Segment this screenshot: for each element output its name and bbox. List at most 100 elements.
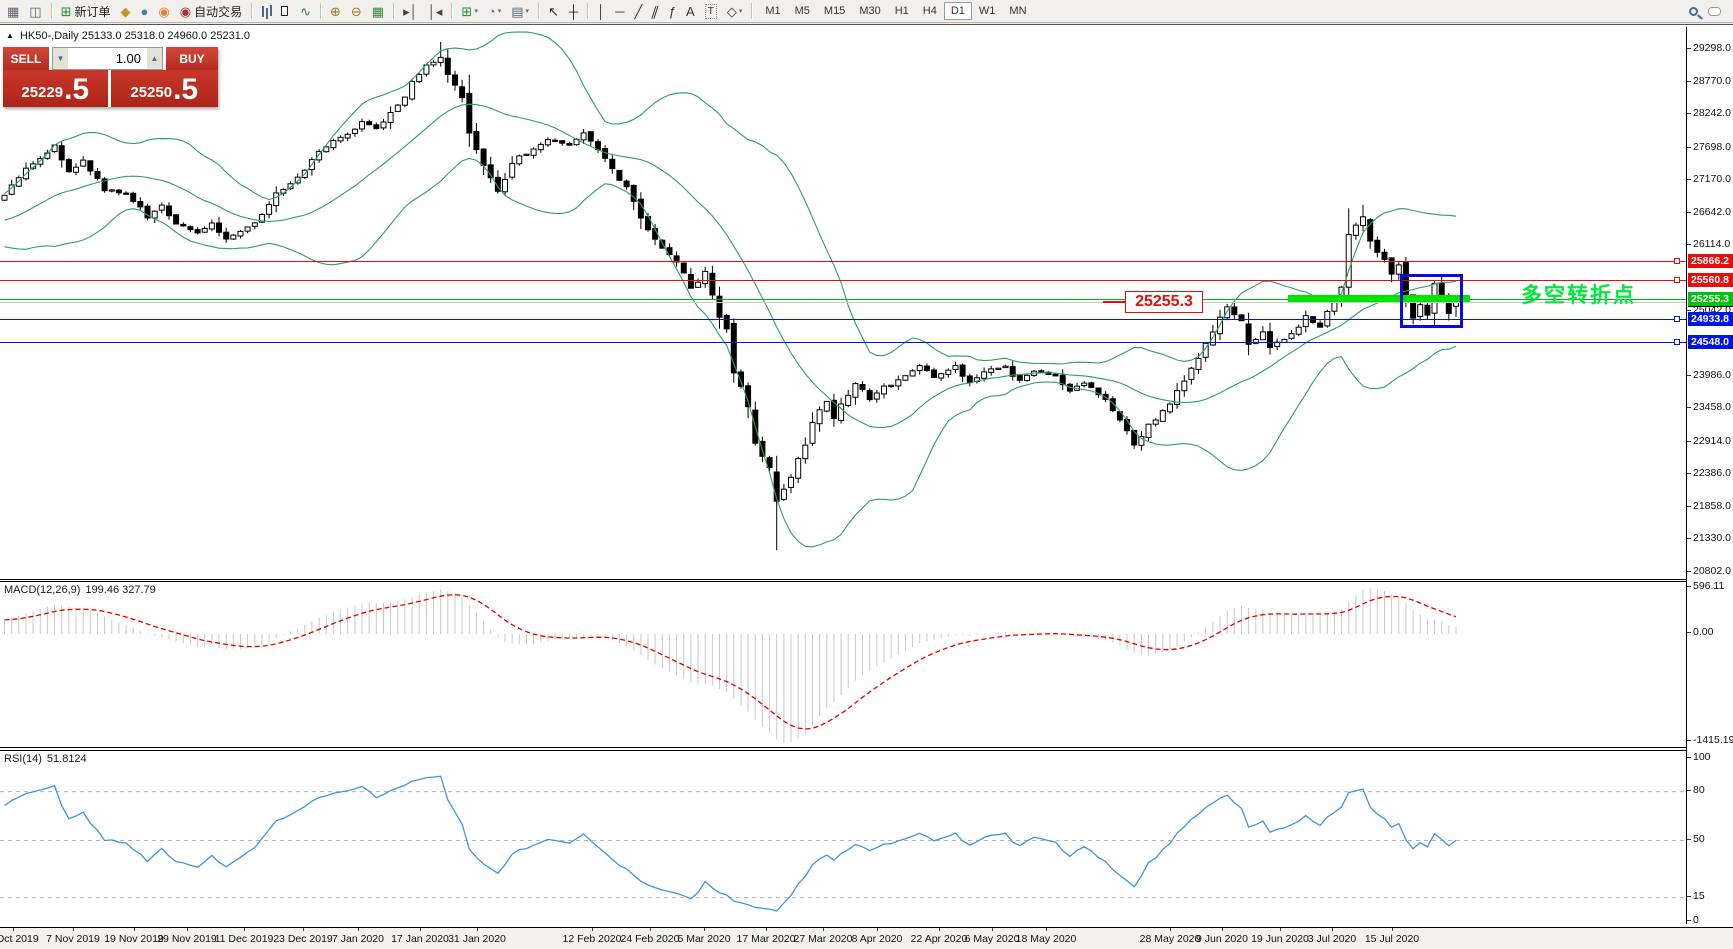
pane-separator bbox=[0, 581, 1733, 582]
rsi-pane[interactable]: RSI(14) 51.8124 bbox=[0, 751, 1686, 924]
line-handle[interactable] bbox=[1674, 277, 1680, 283]
volume-up-button[interactable]: ▲ bbox=[147, 48, 162, 69]
search-icon[interactable] bbox=[1689, 6, 1698, 16]
bar-chart-icon[interactable] bbox=[256, 1, 274, 21]
timeframe-d1[interactable]: D1 bbox=[943, 2, 972, 20]
price-label: 25866.2 bbox=[1688, 254, 1733, 268]
indicators-icon: ⊞ bbox=[461, 3, 473, 19]
rsi-tick-tick bbox=[1687, 920, 1691, 921]
autotrade-icon-label: 自动交易 bbox=[194, 4, 243, 19]
timeframe-m30[interactable]: M30 bbox=[852, 2, 887, 20]
sell-price[interactable]: 25229 .5 bbox=[3, 70, 108, 107]
volume-down-button[interactable]: ▼ bbox=[53, 48, 68, 69]
vertical-line-icon[interactable]: │ bbox=[592, 1, 610, 21]
autotrade-icon[interactable]: ◉ 自动交易 bbox=[175, 1, 247, 21]
crosshair-icon[interactable]: ┼ bbox=[564, 1, 583, 21]
price-callout[interactable]: 25255.3 bbox=[1125, 291, 1203, 313]
chat-icon[interactable] bbox=[1708, 6, 1721, 16]
new-chart-icon[interactable]: ▦ bbox=[2, 1, 24, 21]
volume-input[interactable]: 1.00 bbox=[68, 48, 147, 69]
price-tick-tick bbox=[1687, 244, 1691, 245]
pane-separator[interactable] bbox=[0, 747, 1733, 748]
date-tick bbox=[1332, 928, 1333, 931]
price-label: 24933.8 bbox=[1688, 312, 1733, 326]
text-icon[interactable]: A bbox=[681, 1, 700, 21]
templates-icon[interactable]: ▤ ▾ bbox=[506, 1, 534, 21]
timeframe-m15[interactable]: M15 bbox=[817, 2, 852, 20]
navigator-icon: ● bbox=[140, 3, 149, 19]
candlestick-chart-icon[interactable] bbox=[274, 1, 295, 21]
autotrade-icon: ◉ bbox=[179, 3, 192, 19]
line-handle[interactable] bbox=[1674, 258, 1680, 264]
timeframe-h4[interactable]: H4 bbox=[916, 2, 944, 20]
date-tick bbox=[1280, 928, 1281, 931]
date-tick bbox=[1222, 928, 1223, 931]
price-tick: 28770.0 bbox=[1693, 74, 1731, 87]
timeframe-w1[interactable]: W1 bbox=[972, 2, 1003, 20]
price-tick: 27170.0 bbox=[1693, 173, 1731, 185]
label-icon[interactable]: T bbox=[700, 1, 722, 21]
vertical-line-icon: │ bbox=[597, 3, 606, 19]
timeframe-mn[interactable]: MN bbox=[1002, 2, 1033, 20]
line-chart-icon[interactable]: ∿ bbox=[295, 1, 316, 21]
sell-button[interactable]: SELL bbox=[3, 47, 49, 70]
chart-shift-icon[interactable]: │◂ bbox=[423, 1, 448, 21]
timeframe-m5[interactable]: M5 bbox=[788, 2, 817, 20]
date-tick bbox=[13, 928, 14, 931]
auto-scroll-icon[interactable]: ▸│ bbox=[398, 1, 423, 21]
price-tick: 29298.0 bbox=[1693, 42, 1731, 55]
timeframe-m1[interactable]: M1 bbox=[758, 2, 787, 20]
toolbar-separator bbox=[538, 3, 540, 19]
date-tick bbox=[358, 928, 359, 931]
periods-icon[interactable]: ◔ ▾ bbox=[483, 1, 506, 21]
ohlc-high: 25318.0 bbox=[124, 30, 165, 42]
ohlc-close: 25231.0 bbox=[210, 30, 250, 42]
cursor-icon[interactable]: ↖ bbox=[543, 1, 564, 21]
new-order-icon-label: 新订单 bbox=[74, 4, 111, 19]
horizontal-line[interactable] bbox=[0, 261, 1686, 262]
new-order-icon[interactable]: ⊞ 新订单 bbox=[56, 1, 116, 21]
macd-label: MACD(12,26,9) 199.46 327.79 bbox=[4, 584, 156, 596]
profiles-icon[interactable]: ◫ bbox=[24, 1, 46, 21]
rectangle-annotation[interactable] bbox=[1400, 274, 1463, 328]
indicators-icon[interactable]: ⊞ ▾ bbox=[456, 1, 482, 21]
date-tick bbox=[134, 928, 135, 931]
price-tick-tick bbox=[1687, 570, 1691, 572]
date-tick bbox=[823, 928, 824, 931]
date-tick bbox=[592, 928, 593, 931]
chart-header: ▲ HK50-,Daily 25133.0 25318.0 24960.0 25… bbox=[6, 30, 250, 42]
arrows-icon[interactable]: ◇ ▾ bbox=[722, 1, 748, 21]
horizontal-line[interactable] bbox=[0, 342, 1686, 343]
line-handle[interactable] bbox=[1674, 316, 1680, 322]
trendline-icon[interactable]: ╱ bbox=[629, 1, 647, 21]
date-label: 15 Jul 2020 bbox=[1364, 933, 1420, 945]
zoom-in-icon: ⊕ bbox=[329, 3, 341, 19]
timeframe-h1[interactable]: H1 bbox=[888, 2, 916, 20]
signals-icon[interactable]: ◉ bbox=[153, 1, 174, 21]
sell-price-main: 25229 bbox=[21, 84, 64, 101]
navigator-icon[interactable]: ● bbox=[136, 1, 154, 21]
rsi-tick: 0 bbox=[1693, 914, 1699, 926]
macd-tick-tick bbox=[1687, 632, 1691, 633]
line-handle[interactable] bbox=[1674, 339, 1680, 345]
date-tick bbox=[650, 928, 651, 931]
date-tick bbox=[766, 928, 767, 931]
price-tick-tick bbox=[1687, 211, 1691, 213]
text-annotation[interactable]: 多空转折点 bbox=[1521, 279, 1636, 309]
fibonacci-icon[interactable]: ƒ bbox=[664, 1, 681, 21]
macd-pane[interactable]: MACD(12,26,9) 199.46 327.79 bbox=[0, 582, 1686, 747]
macd-tick: 0.00 bbox=[1693, 626, 1714, 638]
horizontal-line-icon[interactable]: ─ bbox=[610, 1, 629, 21]
market-watch-icon[interactable]: ◆ bbox=[116, 1, 136, 21]
macd-tick: 596.11 bbox=[1693, 580, 1725, 593]
rsi-tick: 100 bbox=[1693, 751, 1711, 763]
buy-price[interactable]: 25250 .5 bbox=[110, 70, 218, 107]
rsi-label: RSI(14) 51.8124 bbox=[4, 753, 87, 765]
zoom-out-icon[interactable]: ⊖ bbox=[346, 1, 367, 21]
buy-button[interactable]: BUY bbox=[166, 47, 218, 70]
channel-icon[interactable]: ∥ bbox=[647, 1, 664, 21]
pane-separator[interactable] bbox=[0, 579, 1733, 580]
tile-windows-icon[interactable]: ▦ bbox=[367, 1, 389, 21]
price-chart-pane[interactable]: ▲ HK50-,Daily 25133.0 25318.0 24960.0 25… bbox=[0, 27, 1686, 579]
zoom-in-icon[interactable]: ⊕ bbox=[325, 1, 346, 21]
